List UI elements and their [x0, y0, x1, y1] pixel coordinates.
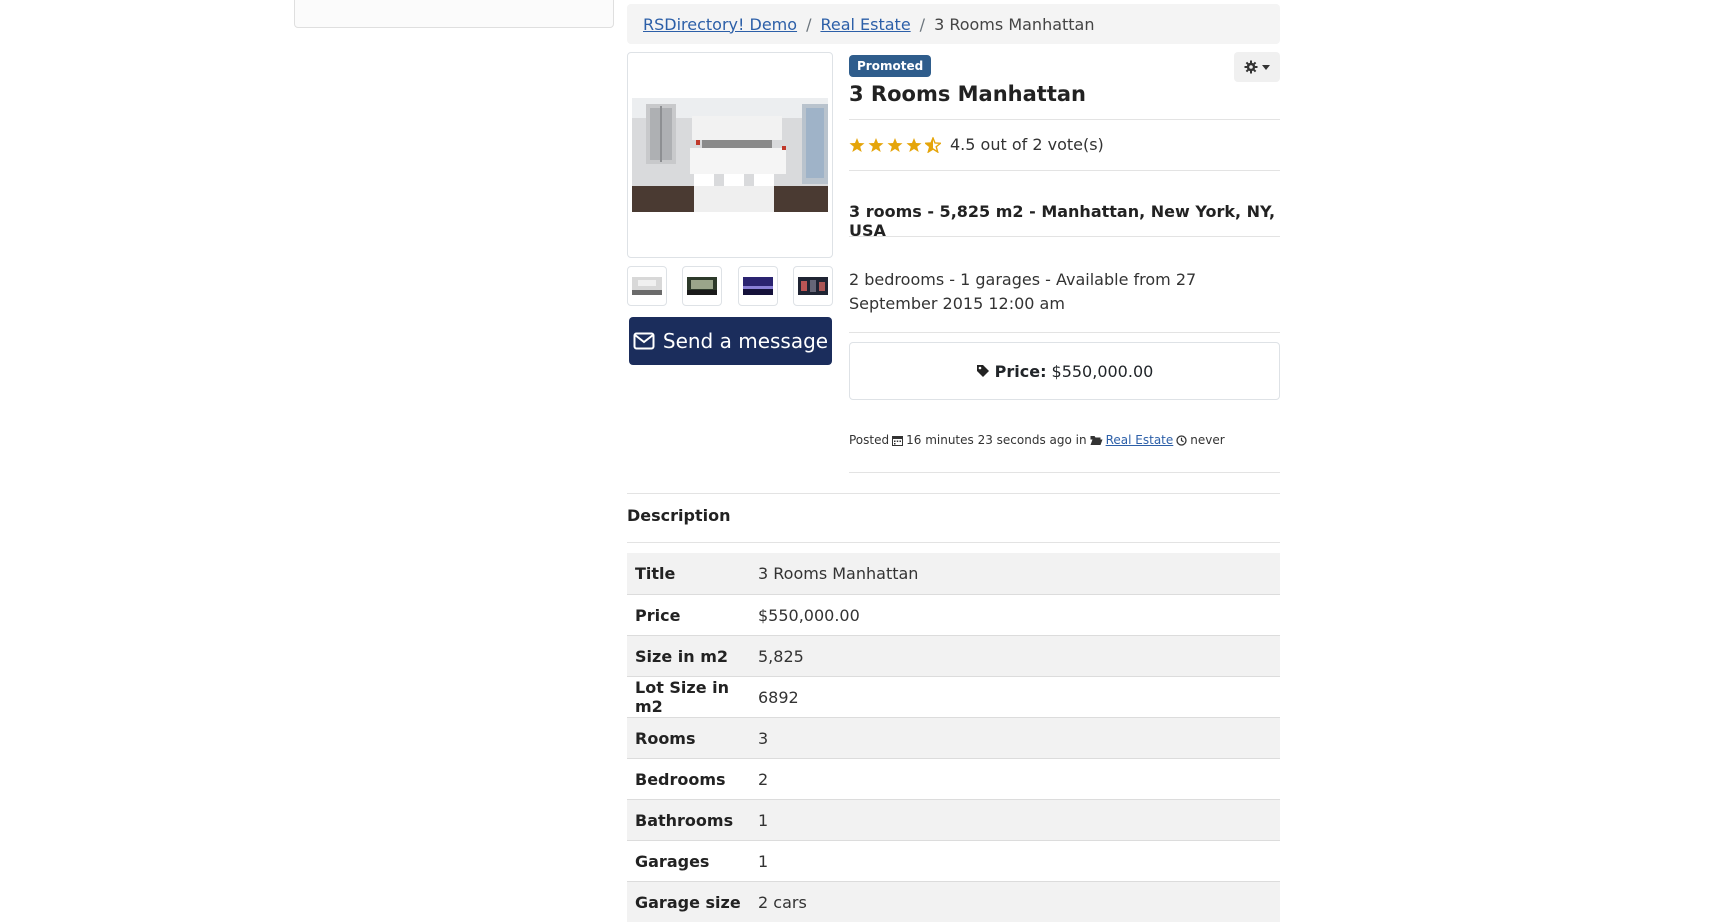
kitchen-photo [632, 98, 828, 212]
posted-ago: 16 minutes 23 seconds ago in [906, 433, 1087, 447]
field-value: 5,825 [758, 646, 804, 666]
field-value: 2 [758, 769, 769, 789]
folder-open-icon [1090, 435, 1103, 445]
rating[interactable]: 4.5 out of 2 vote(s) [849, 135, 1104, 154]
field-label: Garage size [635, 892, 741, 912]
thumbnail-1[interactable] [627, 266, 667, 306]
table-row: Rooms 3 [627, 717, 1280, 758]
description-heading: Description [627, 506, 731, 525]
listing-title: 3 Rooms Manhattan [849, 82, 1086, 106]
star-icon [887, 137, 903, 152]
price-label: Price: [994, 361, 1047, 381]
field-value: 3 [758, 728, 769, 748]
posted-prefix: Posted [849, 433, 890, 447]
calendar-icon [892, 435, 904, 446]
field-label: Title [635, 564, 676, 583]
rating-text: 4.5 out of 2 vote(s) [950, 135, 1104, 154]
field-label: Price [635, 605, 681, 625]
envelope-icon [633, 332, 655, 350]
divider [849, 472, 1280, 473]
breadcrumb-link-home[interactable]: RSDirectory! Demo [643, 15, 797, 34]
thumbnail-image [632, 277, 662, 295]
breadcrumb-separator: / [806, 14, 812, 34]
thumbnail-3[interactable] [738, 266, 778, 306]
posted-expires: never [1190, 433, 1225, 447]
field-label: Bathrooms [635, 810, 734, 830]
table-row: Title 3 Rooms Manhattan [627, 553, 1280, 594]
table-row: Garage size 2 cars [627, 881, 1280, 922]
thumbnail-image [798, 277, 828, 295]
listing-details: 2 bedrooms - 1 garages - Available from … [849, 270, 1197, 313]
breadcrumb: RSDirectory! Demo / Real Estate / 3 Room… [627, 4, 1280, 44]
thumbnail-strip [627, 266, 833, 306]
field-value: 2 cars [758, 892, 807, 912]
field-label: Size in m2 [635, 646, 728, 666]
thumbnail-image [743, 277, 773, 295]
thumbnail-4[interactable] [793, 266, 833, 306]
price-value: $550,000.00 [1051, 361, 1154, 381]
send-message-label: Send a message [662, 329, 829, 353]
divider [849, 236, 1280, 237]
breadcrumb-current: 3 Rooms Manhattan [934, 14, 1095, 34]
breadcrumb-link-category[interactable]: Real Estate [820, 15, 910, 34]
breadcrumb-separator: / [919, 14, 926, 34]
options-dropdown-button[interactable] [1234, 52, 1280, 82]
thumbnail-image [687, 277, 717, 295]
star-icon [849, 137, 865, 152]
price-box: Price: $550,000.00 [849, 342, 1280, 400]
field-value: 6892 [758, 687, 799, 707]
table-row: Bathrooms 1 [627, 799, 1280, 840]
field-value: 3 Rooms Manhattan [758, 564, 919, 583]
field-label: Rooms [635, 728, 696, 748]
table-row: Lot Size in m2 6892 [627, 676, 1280, 717]
table-row: Bedrooms 2 [627, 758, 1280, 799]
star-icon [868, 137, 884, 152]
field-label: Garages [635, 851, 710, 871]
field-value: 1 [758, 851, 769, 871]
sidebar-panel [294, 0, 614, 28]
main-photo[interactable] [627, 52, 833, 258]
thumbnail-2[interactable] [682, 266, 722, 306]
caret-down-icon [1262, 64, 1270, 70]
table-row: Price $550,000.00 [627, 594, 1280, 635]
field-label: Bedrooms [635, 769, 726, 789]
description-table: Title 3 Rooms Manhattan Price $550,000.0… [627, 553, 1280, 922]
send-message-button[interactable]: Send a message [629, 317, 832, 365]
field-value: $550,000.00 [758, 605, 860, 625]
tag-icon [976, 365, 989, 377]
table-row: Size in m2 5,825 [627, 635, 1280, 676]
star-half-icon [925, 136, 941, 153]
listing-summary: 3 rooms - 5,825 m2 - Manhattan, New York… [849, 202, 1276, 240]
posted-category-link[interactable]: Real Estate [1106, 433, 1174, 447]
posted-info: Posted 16 minutes 23 seconds ago in Real… [849, 433, 1225, 447]
clock-icon [1176, 434, 1187, 446]
field-value: 1 [758, 810, 769, 830]
divider [849, 332, 1280, 333]
divider [849, 119, 1280, 120]
divider [849, 170, 1280, 171]
divider [627, 542, 1280, 543]
field-label: Lot Size in m2 [635, 678, 730, 716]
table-row: Garages 1 [627, 840, 1280, 881]
divider [627, 493, 1280, 494]
star-icon [906, 137, 922, 152]
gear-icon [1244, 60, 1258, 74]
promoted-badge: Promoted [849, 55, 932, 77]
